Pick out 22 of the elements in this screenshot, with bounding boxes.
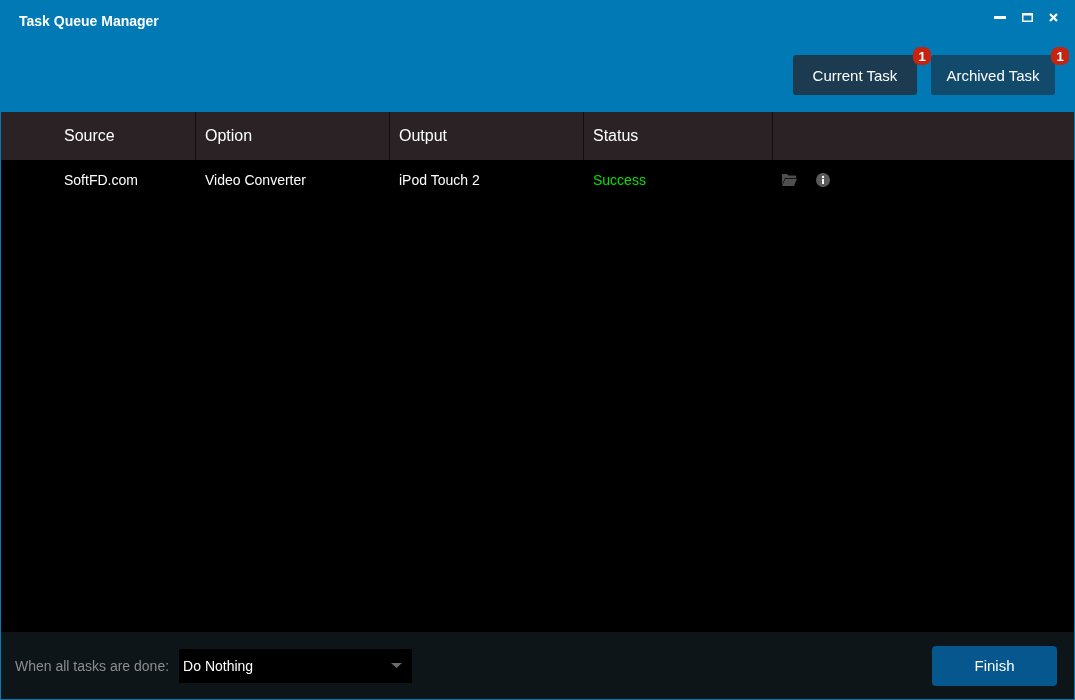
task-tab[interactable]: Current Task bbox=[793, 55, 917, 95]
folder-icon[interactable] bbox=[782, 174, 797, 186]
after-tasks-dropdown[interactable]: Do Nothing bbox=[179, 648, 413, 683]
table-cell: iPod Touch 2 bbox=[399, 172, 480, 188]
column-header: Source bbox=[1, 112, 196, 160]
maximize-icon[interactable] bbox=[1022, 12, 1033, 22]
column-header: Status bbox=[584, 112, 773, 160]
caret-icon bbox=[391, 663, 403, 668]
footer-label: When all tasks are done: bbox=[15, 657, 170, 674]
column-header: Output bbox=[390, 112, 584, 160]
task-tab[interactable]: Archived Task bbox=[931, 55, 1055, 95]
finish-button[interactable]: Finish bbox=[932, 645, 1057, 686]
status-text: Success bbox=[593, 172, 646, 188]
table-cell: Video Converter bbox=[205, 172, 306, 188]
count-badge: 1 bbox=[1051, 47, 1069, 65]
minimize-icon[interactable] bbox=[994, 15, 1006, 19]
count-badge: 1 bbox=[913, 47, 931, 65]
table-cell: SoftFD.com bbox=[64, 172, 138, 188]
info-icon[interactable] bbox=[816, 173, 830, 187]
column-header: Option bbox=[196, 112, 390, 160]
window-title: Task Queue Manager bbox=[19, 12, 159, 29]
close-icon[interactable] bbox=[1049, 12, 1058, 22]
